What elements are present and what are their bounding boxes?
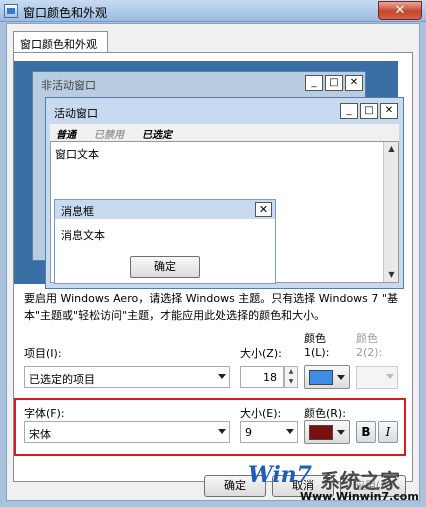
preview-menu-bar: 普通 已禁用 已选定 [50,124,399,141]
message-box-title-bar: 消息框 ✕ [55,200,275,219]
preview-scrollbar: ▲ ▼ [383,142,398,282]
preview-message-box: 消息框 ✕ 消息文本 确定 [54,199,276,284]
bold-button[interactable]: B [356,421,376,443]
item-size-stepper[interactable]: ▲ ▼ [284,366,298,388]
color1-button[interactable] [304,365,350,389]
chevron-down-icon [218,374,226,379]
chevron-down-icon [337,375,345,380]
font-size-select[interactable]: 9 [240,421,298,443]
active-window-buttons: _ □ ✕ [340,103,398,119]
maximize-icon: □ [360,103,378,119]
font-select-value: 宋体 [29,428,51,441]
message-box-title: 消息框 [61,205,94,218]
description-text: 要启用 Windows Aero，请选择 Windows 主题。只有选择 Win… [24,292,398,322]
spin-up-icon[interactable]: ▲ [285,367,297,377]
close-icon: ✕ [255,202,272,217]
site-watermark: Win7 系统之家 Www.Winwin7.com [248,460,426,507]
color1-swatch [309,370,333,385]
item-select[interactable]: 已选定的项目 [24,366,230,388]
inactive-window-buttons: _ □ ✕ [305,75,363,91]
font-select[interactable]: 宋体 [24,421,230,443]
close-icon: ✕ [345,75,363,91]
app-icon [4,4,18,18]
active-window-title: 活动窗口 [54,107,98,120]
minimize-icon: _ [305,75,323,91]
font-label: 字体(F): [24,407,65,420]
color2-label-line2: 2(2): [356,346,383,359]
window-text: 窗口文本 [55,148,99,161]
message-box-ok-button: 确定 [130,256,200,278]
font-color-button[interactable] [304,420,350,444]
spin-down-icon[interactable]: ▼ [285,377,297,387]
menu-item-normal: 普通 [56,130,76,141]
message-text: 消息文本 [61,229,105,242]
chevron-down-icon [337,430,345,435]
watermark-logo: Win7 [248,462,312,488]
scroll-down-icon: ▼ [388,270,395,279]
color2-label-line1: 颜色 [356,332,378,345]
item-size-input[interactable]: 18 [240,366,284,388]
font-color-swatch [309,425,333,440]
menu-item-selected: 已选定 [142,130,172,141]
appearance-preview: 非活动窗口 _ □ ✕ 活动窗口 _ □ ✕ 普通 已禁用 已选定 窗口文本 ▲… [14,61,404,289]
minimize-icon: _ [340,103,358,119]
chevron-down-icon [386,374,394,379]
title-bar: 窗口颜色和外观 ✕ [0,0,426,22]
close-icon: ✕ [380,103,398,119]
window-title: 窗口颜色和外观 [23,6,108,20]
item-size-label: 大小(Z): [240,347,282,360]
inactive-window-title: 非活动窗口 [41,79,96,92]
italic-button[interactable]: I [378,421,398,443]
tab-window-color-appearance[interactable]: 窗口颜色和外观 [13,31,108,53]
chevron-down-icon [286,429,294,434]
color1-label-line1: 颜色 [304,332,326,345]
font-size-value: 9 [245,426,252,439]
color1-label-line2: 1(L): [304,346,330,359]
item-select-value: 已选定的项目 [29,373,95,386]
menu-item-disabled: 已禁用 [94,130,124,141]
color2-button [356,366,398,389]
close-button[interactable]: ✕ [378,1,422,20]
watermark-url: Www.Winwin7.com [300,490,419,503]
scroll-up-icon: ▲ [388,144,395,153]
item-label: 项目(I): [24,347,62,360]
font-size-label: 大小(E): [240,407,282,420]
maximize-icon: □ [325,75,343,91]
font-color-label: 颜色(R): [304,407,346,420]
chevron-down-icon [218,429,226,434]
